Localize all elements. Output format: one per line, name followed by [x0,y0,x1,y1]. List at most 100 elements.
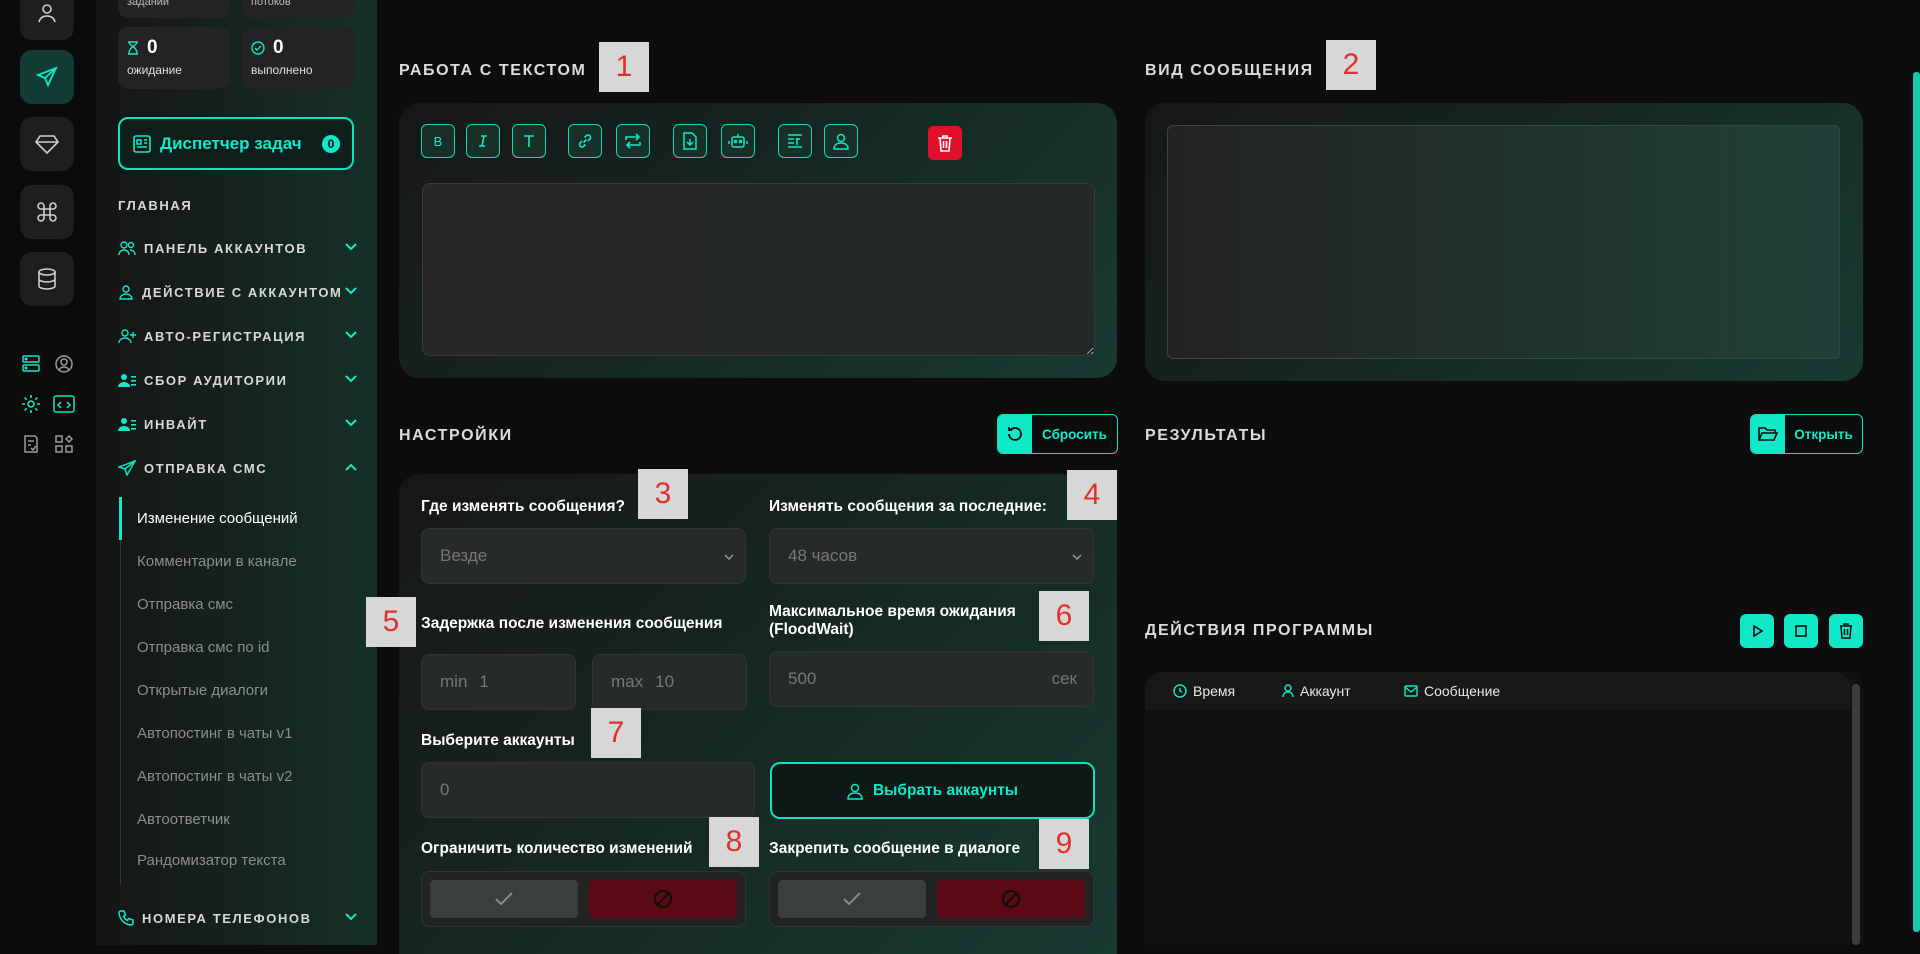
period-select[interactable]: 48 часов [769,528,1094,584]
sms-item-send-sms[interactable]: Отправка смс [137,596,233,613]
open-results-button[interactable]: Открыть [1750,414,1863,454]
user-icon [833,133,849,150]
clear-text-button[interactable] [928,126,962,160]
rail-diamond-button[interactable] [20,117,74,171]
stat-threads-card: потоков [242,0,354,18]
stop-button[interactable] [1784,614,1818,648]
col-time-label: Время [1193,683,1236,699]
widgets-icon [55,434,74,453]
nav-section-audience[interactable]: СБОР АУДИТОРИИ [118,370,358,390]
sms-item-autopost-v1[interactable]: Автопостинг в чаты v1 [137,725,292,742]
text-format-button[interactable] [778,124,812,158]
choose-accounts-label: Выбрать аккаунты [872,781,1019,799]
clear-log-button[interactable] [1829,614,1863,648]
sms-item-text-randomizer[interactable]: Рандомизатор текста [137,852,286,869]
stop-icon [1795,625,1807,637]
rail-widgets-button[interactable] [52,432,76,456]
stat-threads-label: потоков [251,0,291,8]
sms-item-autoresponder[interactable]: Автоответчик [137,811,230,828]
user-plus-icon [118,329,136,344]
waiting-label: ожидание [127,63,182,77]
rail-database-button[interactable] [20,252,74,306]
where-label: Где изменять сообщения? [421,498,625,515]
stat-tasks-label: заданий [127,0,170,8]
col-time: Время [1173,683,1235,699]
nav-section-account-action[interactable]: ДЕЙСТВИЕ С АККАУНТОМ [118,282,358,302]
users-icon [118,241,136,256]
accounts-label: Выберите аккаунты [421,732,575,749]
reset-label: Сбросить [1042,426,1107,442]
col-account: Аккаунт [1282,683,1351,699]
sms-item-edit-messages[interactable]: Изменение сообщений [137,510,298,527]
nav-section-accounts-panel[interactable]: ПАНЕЛЬ АККАУНТОВ [118,238,358,258]
delay-label: Задержка после изменения сообщения [421,615,723,632]
user-circle-icon [55,355,73,373]
floodwait-value: 500 [788,669,817,688]
choose-accounts-button[interactable]: Выбрать аккаунты [770,762,1095,819]
limit-no-option[interactable] [589,880,737,918]
reset-icon [1008,427,1022,441]
accounts-value: 0 [440,780,450,799]
floodwait-label: Максимальное время ожидания (FloodWait) [769,603,1016,638]
sms-item-open-dialogs[interactable]: Открытые диалоги [137,682,268,699]
bold-button[interactable]: B [421,124,455,158]
rail-settings-button[interactable] [19,392,43,416]
link-button[interactable] [568,124,602,158]
limit-yes-option[interactable] [430,880,578,918]
rail-command-button[interactable] [20,185,74,239]
floodwait-unit: сек [1051,669,1077,688]
pin-no-option[interactable] [937,880,1085,918]
bold-icon: B [434,134,443,148]
play-button[interactable] [1740,614,1774,648]
task-dispatcher-button[interactable]: Диспетчер задач 0 [118,117,354,170]
delay-min-value: 1 [479,672,489,691]
delay-min-input[interactable]: min 1 [421,654,576,710]
pin-toggle [769,871,1094,927]
sms-item-send-by-id[interactable]: Отправка смс по id [137,639,270,656]
phone-icon [118,910,134,926]
marker-8: 8 [709,817,759,867]
user-mention-button[interactable] [824,124,858,158]
delay-max-input[interactable]: max 10 [592,654,747,710]
sms-item-channel-comments[interactable]: Комментарии в канале [137,553,297,570]
icon-rail [0,0,96,945]
import-file-button[interactable] [673,124,707,158]
rail-account-button[interactable] [52,352,76,376]
sms-item-autopost-v2[interactable]: Автопостинг в чаты v2 [137,768,292,785]
chevron-down-icon [345,419,357,427]
dispatcher-icon [133,134,151,153]
ban-icon [1002,890,1020,908]
rail-server-button[interactable] [19,352,43,376]
nav-section-send-sms[interactable]: ОТПРАВКА СМС [118,458,358,478]
nav-section-phone-numbers[interactable]: НОМЕРА ТЕЛЕФОНОВ [118,908,358,928]
repeat-button[interactable] [616,124,650,158]
page-scrollbar[interactable] [1913,72,1920,932]
text-style-button[interactable] [512,124,546,158]
active-item-indicator [119,497,122,540]
log-scrollbar[interactable] [1852,684,1860,945]
rail-tasks-button[interactable] [19,432,43,456]
message-editor[interactable] [422,183,1095,356]
pin-yes-option[interactable] [778,880,926,918]
rail-code-button[interactable] [52,392,76,416]
rail-profile-button[interactable] [20,0,74,40]
nav-label: НОМЕРА ТЕЛЕФОНОВ [142,910,312,926]
rail-send-button[interactable] [20,50,74,104]
preview-title: ВИД СООБЩЕНИЯ [1145,62,1314,79]
text-icon [524,135,534,147]
italic-button[interactable] [466,124,500,158]
check-icon [843,892,861,906]
reset-button[interactable]: Сбросить [997,414,1118,454]
chevron-down-icon [1072,554,1082,561]
nav-section-auto-registration[interactable]: АВТО-РЕГИСТРАЦИЯ [118,326,358,346]
limit-label: Ограничить количество изменений [421,840,693,857]
floodwait-input[interactable]: 500 сек [769,651,1094,707]
bot-button[interactable] [721,124,755,158]
nav-section-invite[interactable]: ИНВАЙТ [118,414,358,434]
svg-text:B: B [434,134,443,148]
col-message: Сообщение [1404,683,1500,699]
nav-home[interactable]: ГЛАВНАЯ [118,195,358,215]
accounts-count-input[interactable]: 0 [421,762,755,818]
actions-log-panel [1145,672,1863,945]
where-select[interactable]: Везде [421,528,746,584]
